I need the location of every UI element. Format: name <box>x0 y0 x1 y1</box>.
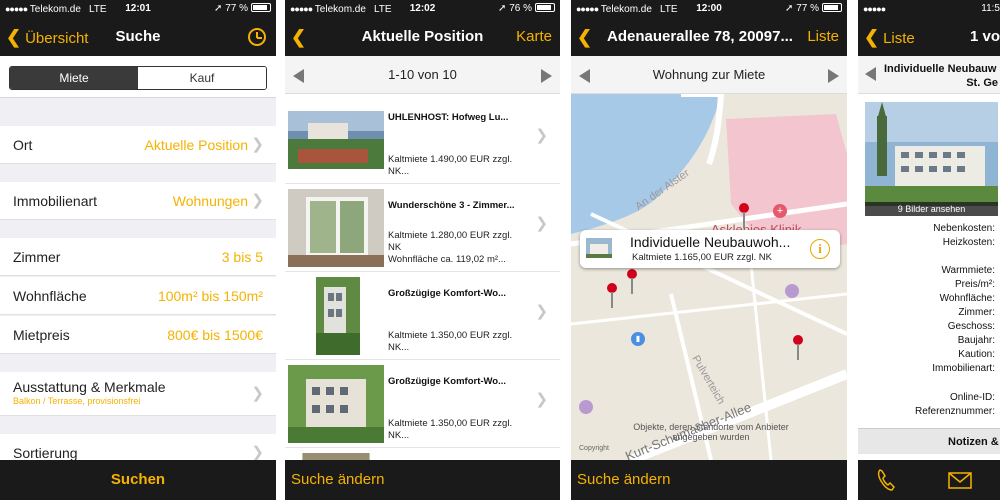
map-background <box>571 94 847 460</box>
location-icon: ➚ <box>214 3 223 14</box>
pager-label: Wohnung zur Miete <box>652 67 766 82</box>
clock-icon[interactable] <box>248 28 266 46</box>
listing-photo[interactable] <box>865 102 998 206</box>
status-bar: ●●●●● 11:5 <box>858 0 1000 18</box>
nav-bar: ❮ Übersicht Suche <box>0 18 276 56</box>
bottom-bar: Suchen <box>0 460 276 500</box>
pager: Wohnung zur Miete <box>571 56 847 94</box>
back-button[interactable]: ❮ <box>577 18 596 58</box>
listing-photo <box>586 238 612 258</box>
list-item[interactable]: Großzügige Komfort-Wo... Kaltmiete 1.350… <box>285 272 560 360</box>
battery-label: 77 % <box>225 3 248 14</box>
map-pin-icon[interactable] <box>737 202 753 230</box>
battery-icon <box>251 3 271 12</box>
map-button[interactable]: Karte <box>516 18 552 56</box>
map-callout[interactable]: Individuelle Neubauwoh... Kaltmiete 1.16… <box>580 230 840 268</box>
next-page-icon[interactable] <box>541 69 552 83</box>
list-item[interactable]: UHLENHOST: Hofweg Lu... Kaltmiete 1.490,… <box>285 96 560 184</box>
next-page-icon[interactable] <box>828 69 839 83</box>
chevron-right-icon: ❯ <box>251 385 264 402</box>
map-pin-icon[interactable] <box>605 282 621 310</box>
chevron-right-icon: ❯ <box>535 391 548 408</box>
status-bar: ●●●●● Telekom.de LTE 12:01 ➚ 77 % <box>0 0 276 18</box>
app-screenshots: ●●●●● Telekom.de LTE 12:01 ➚ 77 % ❮ Übersi… <box>0 0 1000 500</box>
battery-icon <box>822 3 842 12</box>
status-bar: ●●●●● Telekom.de LTE 12:02 ➚ 76 % <box>285 0 560 18</box>
fuel-icon: ▮ <box>631 332 645 346</box>
cell-zimmer[interactable]: Zimmer 3 bis 5 <box>0 238 276 276</box>
chevron-right-icon: ❯ <box>251 136 264 153</box>
nav-bar: ❮ Adenauerallee 78, 20097... Liste <box>571 18 847 56</box>
listing-photo <box>288 101 384 179</box>
cell-immobilienart[interactable]: Immobilienart Wohnungen ❯ <box>0 182 276 220</box>
chevron-right-icon: ❯ <box>535 127 548 144</box>
map-note: Objekte, deren Standorte vom Anbieter an… <box>633 422 789 442</box>
status-bar: ●●●●● Telekom.de LTE 12:00 ➚ 77 % <box>571 0 847 18</box>
pager: 1-10 von 10 <box>285 56 560 94</box>
map-screen: ●●●●● Telekom.de LTE 12:00 ➚ 77 % ❮ Adena… <box>571 0 847 500</box>
change-search-button[interactable]: Suche ändern <box>577 460 670 500</box>
list-item[interactable]: Großzügige Komfort-Wo... Kaltmiete 1.350… <box>285 360 560 448</box>
info-icon[interactable]: i <box>810 239 830 259</box>
transit-icon <box>579 400 593 414</box>
detail-screen: ●●●●● 11:5 ❮ Liste 1 vo Individuelle Neub… <box>858 0 1000 500</box>
map-pin-icon[interactable] <box>791 334 807 362</box>
phone-icon[interactable] <box>876 468 896 492</box>
chevron-right-icon: ❯ <box>535 215 548 232</box>
page-title: 1 vo <box>970 28 1000 45</box>
search-screen: ●●●●● Telekom.de LTE 12:01 ➚ 77 % ❮ Übersi… <box>0 0 276 500</box>
rent-buy-segmented-control: Miete Kauf <box>9 66 267 90</box>
results-list-screen: ●●●●● Telekom.de LTE 12:02 ➚ 76 % ❮ Aktue… <box>285 0 560 500</box>
prev-item-icon[interactable] <box>865 67 876 81</box>
mail-icon[interactable] <box>948 472 972 489</box>
detail-body: 9 Bilder ansehen Nebenkosten: Heizkosten… <box>858 94 1000 460</box>
cell-mietpreis[interactable]: Mietpreis 800€ bis 1500€ <box>0 316 276 354</box>
photo-caption[interactable]: 9 Bilder ansehen <box>865 202 998 216</box>
battery-icon <box>535 3 555 12</box>
search-button[interactable]: Suchen <box>0 460 276 500</box>
detail-header: Individuelle Neubauw St. Ge <box>858 56 1000 94</box>
list-item[interactable]: Wunderschöne 3 - Zimmer... Kaltmiete 1.2… <box>285 184 560 272</box>
cell-ausstattung[interactable]: Ausstattung & Merkmale Balkon / Terrasse… <box>0 372 276 416</box>
chevron-right-icon: ❯ <box>251 192 264 209</box>
listing-photo <box>288 365 384 443</box>
notes-button[interactable]: Notizen & <box>858 428 1000 454</box>
chevron-right-icon: ❯ <box>535 303 548 320</box>
page-title: Adenauerallee 78, 20097... <box>607 28 793 45</box>
chevron-left-icon: ❮ <box>577 27 593 47</box>
cell-ort[interactable]: Ort Aktuelle Position ❯ <box>0 126 276 164</box>
pager-label: 1-10 von 10 <box>388 67 457 82</box>
nav-bar: ❮ Liste 1 vo <box>858 18 1000 56</box>
bottom-bar: Suche ändern <box>285 460 560 500</box>
nav-bar: ❮ Aktuelle Position Karte <box>285 18 560 56</box>
location-icon: ➚ <box>785 3 794 14</box>
location-icon: ➚ <box>498 3 507 14</box>
chevron-left-icon: ❮ <box>864 27 880 47</box>
listing-photo <box>288 277 384 355</box>
back-button[interactable]: ❮ Liste <box>864 18 915 58</box>
bottom-bar: Suche ändern <box>571 460 847 500</box>
map-view[interactable]: An der Alster Asklepios Klinik Pulvertei… <box>571 94 847 460</box>
hospital-icon: + <box>773 204 787 218</box>
signal-icon: ●●●●● <box>863 4 886 14</box>
cell-wohnflaeche[interactable]: Wohnfläche 100m² bis 150m² <box>0 277 276 315</box>
search-form: Miete Kauf Ort Aktuelle Position ❯ Immob… <box>0 56 276 472</box>
page-title: Suche <box>115 28 161 45</box>
segment-miete[interactable]: Miete <box>10 67 138 89</box>
list-button[interactable]: Liste <box>807 18 839 56</box>
segment-kauf[interactable]: Kauf <box>138 67 266 89</box>
status-time: 11:5 <box>981 3 1000 14</box>
bottom-bar <box>858 460 1000 500</box>
copyright-label: Copyright <box>579 445 609 452</box>
map-pin-icon[interactable] <box>625 268 641 296</box>
listing-photo <box>288 189 384 267</box>
change-search-button[interactable]: Suche ändern <box>291 460 384 500</box>
transit-icon <box>785 284 799 298</box>
